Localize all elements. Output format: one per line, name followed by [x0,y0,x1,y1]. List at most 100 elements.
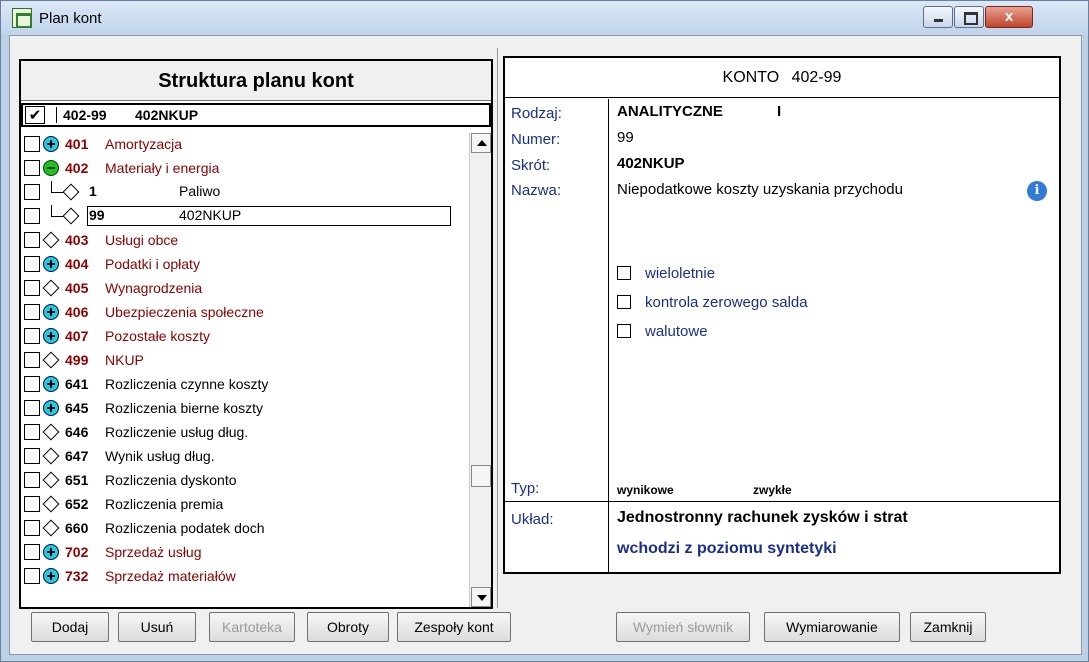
account-name: Rozliczenia dyskonto [105,472,237,488]
tree-row-499[interactable]: 499 NKUP [21,349,469,373]
add-button[interactable]: Dodaj [31,612,109,642]
maximize-button[interactable] [954,6,984,28]
leaf-diamond-icon [42,471,60,489]
close-dialog-button[interactable]: Zamknij [910,612,986,642]
collapse-minus-icon[interactable] [43,160,59,176]
minimize-button[interactable] [923,6,953,28]
expand-plus-icon[interactable] [43,544,59,560]
rodzaj-value: ANALITYCZNE [617,103,723,120]
tree-row-646[interactable]: 646 Rozliczenie usług dług. [21,421,469,445]
tree-row-645[interactable]: 645 Rozliczenia bierne koszty [21,397,469,421]
close-icon: x [1004,8,1014,25]
tree-row-401[interactable]: 401 Amortyzacja [21,133,469,157]
obroty-button[interactable]: Obroty [307,612,389,642]
row-checkbox[interactable] [24,424,40,440]
uklad-value-1: Jednostronny rachunek zysków i strat [617,509,908,526]
row-checkbox[interactable] [24,544,40,560]
tree-row-651[interactable]: 651 Rozliczenia dyskonto [21,469,469,493]
typ-value-2: zwykłe [753,483,792,497]
selected-row-focus [87,206,451,226]
flag-checkbox[interactable] [617,295,631,309]
row-checkbox[interactable] [24,256,40,272]
scroll-down-icon[interactable] [471,587,491,607]
selected-account-row[interactable]: ✔ 402-99 402NKUP [21,103,491,127]
row-checkbox[interactable] [24,208,40,224]
tree-row-404[interactable]: 404 Podatki i opłaty [21,253,469,277]
account-header-code: 402-99 [791,69,842,86]
uklad-divider [505,501,1059,502]
tree-row-402-1[interactable]: 1 Paliwo [21,181,469,205]
row-checkbox[interactable] [24,472,40,488]
leaf-diamond-icon [42,279,60,297]
row-checkbox[interactable] [24,448,40,464]
app-window: Plan kont x Struktura planu kont ✔ 402-9… [0,0,1089,662]
structure-header: Struktura planu kont [21,61,491,101]
selected-check-icon[interactable]: ✔ [25,106,45,124]
expand-plus-icon[interactable] [43,136,59,152]
account-name: Pozostałe koszty [105,328,211,344]
flag-label: kontrola zerowego salda [645,294,808,311]
account-groups-button[interactable]: Zespoły kont [397,612,511,642]
account-code: 1 [89,183,97,199]
expand-plus-icon[interactable] [43,376,59,392]
account-name: Podatki i opłaty [105,256,200,272]
row-checkbox[interactable] [24,400,40,416]
row-checkbox[interactable] [24,136,40,152]
account-tree[interactable]: 401 Amortyzacja 402 Materiały i energia … [21,133,469,607]
tree-row-407[interactable]: 407 Pozostałe koszty [21,325,469,349]
row-checkbox[interactable] [24,232,40,248]
expand-plus-icon[interactable] [43,568,59,584]
row-checkbox[interactable] [24,496,40,512]
delete-button[interactable]: Usuń [118,612,196,642]
numer-label: Numer: [511,131,561,148]
expand-plus-icon[interactable] [43,304,59,320]
flag-label: wieloletnie [645,265,716,282]
tree-row-405[interactable]: 405 Wynagrodzenia [21,277,469,301]
tree-row-403[interactable]: 403 Usługi obce [21,229,469,253]
typ-value-1: wynikowe [617,483,674,497]
scroll-up-icon[interactable] [471,133,491,153]
account-code: 702 [65,544,89,560]
account-details-panel: KONTO 402-99 Rodzaj: ANALITYCZNE I Numer… [503,56,1061,574]
account-code: 402 [65,160,89,176]
account-code: 407 [65,328,89,344]
tree-row-402-99[interactable]: 99 402NKUP [21,205,469,229]
row-checkbox[interactable] [24,352,40,368]
row-checkbox[interactable] [24,184,40,200]
row-checkbox[interactable] [24,328,40,344]
account-code: 646 [65,424,89,440]
expand-plus-icon[interactable] [43,256,59,272]
row-checkbox[interactable] [24,376,40,392]
dimensioning-button[interactable]: Wymiarowanie [764,612,900,642]
row-checkbox[interactable] [24,304,40,320]
account-code: 641 [65,376,89,392]
tree-scrollbar[interactable] [469,133,491,607]
expand-plus-icon[interactable] [43,328,59,344]
nazwa-value: Niepodatkowe koszty uzyskania przychodu [617,181,903,198]
tree-row-652[interactable]: 652 Rozliczenia premia [21,493,469,517]
flag-checkbox[interactable] [617,266,631,280]
scroll-thumb[interactable] [471,465,491,487]
tree-row-702[interactable]: 702 Sprzedaż usług [21,541,469,565]
account-name: Rozliczenia czynne koszty [105,376,269,392]
row-checkbox[interactable] [24,520,40,536]
account-code: 647 [65,448,89,464]
row-checkbox[interactable] [24,160,40,176]
row-checkbox[interactable] [24,280,40,296]
window-title: Plan kont [39,10,102,27]
account-name: Sprzedaż materiałów [105,568,236,584]
tree-row-402[interactable]: 402 Materiały i energia [21,157,469,181]
leaf-diamond-icon [42,231,60,249]
tree-row-647[interactable]: 647 Wynik usług dług. [21,445,469,469]
expand-plus-icon[interactable] [43,400,59,416]
info-icon[interactable]: i [1027,181,1047,201]
tree-row-660[interactable]: 660 Rozliczenia podatek doch [21,517,469,541]
tree-row-732[interactable]: 732 Sprzedaż materiałów [21,565,469,589]
tree-row-641[interactable]: 641 Rozliczenia czynne koszty [21,373,469,397]
tree-row-406[interactable]: 406 Ubezpieczenia społeczne [21,301,469,325]
account-name: Rozliczenia premia [105,496,224,512]
row-checkbox[interactable] [24,568,40,584]
close-button[interactable]: x [985,6,1033,28]
flag-checkbox[interactable] [617,324,631,338]
panel-divider [497,48,498,608]
